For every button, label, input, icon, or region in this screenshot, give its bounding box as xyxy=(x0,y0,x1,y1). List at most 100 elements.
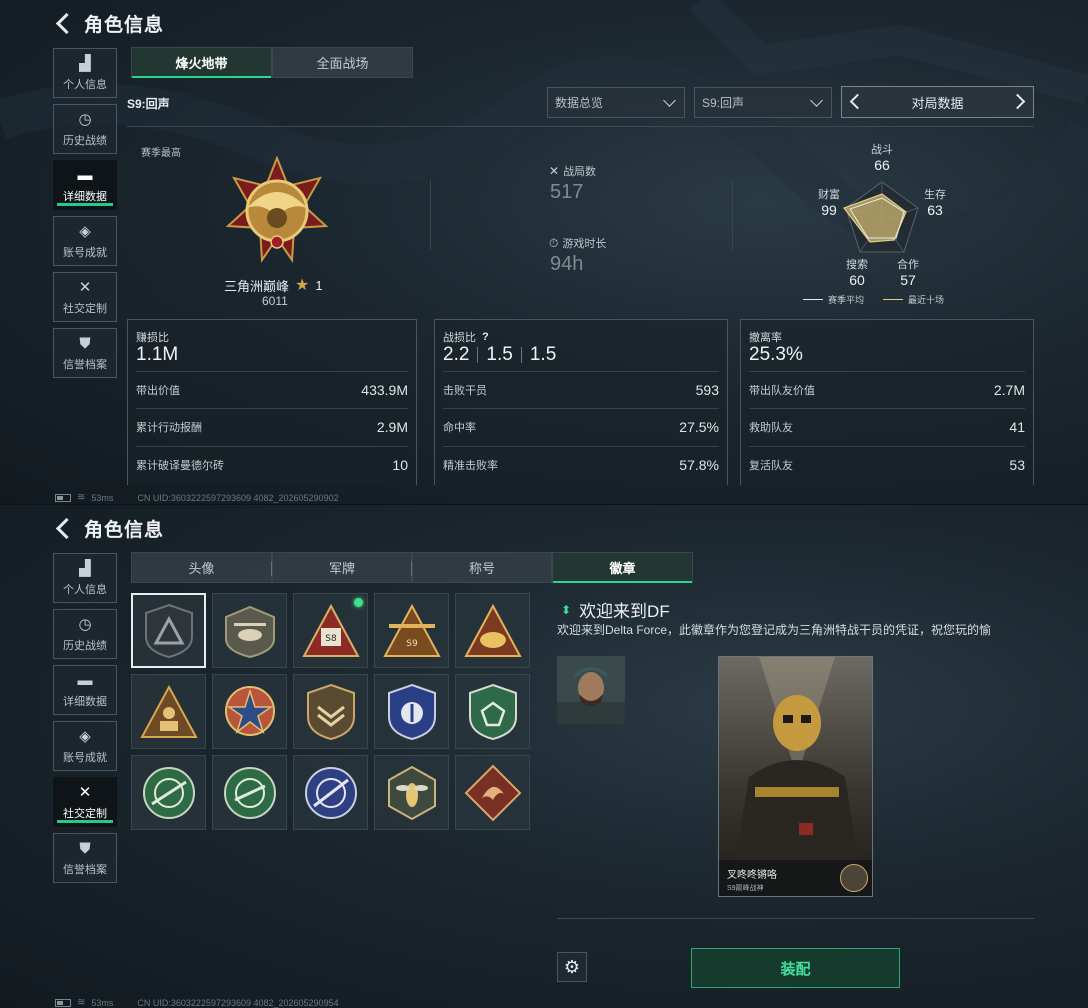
badge-star-medal[interactable] xyxy=(212,674,287,749)
badge-s8[interactable]: S8 xyxy=(293,593,368,668)
value-separator xyxy=(520,347,522,363)
battery-icon xyxy=(55,493,71,502)
divider xyxy=(430,180,431,250)
badge-welcome[interactable] xyxy=(131,593,206,668)
badge-green-sniper[interactable] xyxy=(131,755,206,830)
sidebar-item-details[interactable]: ▬ 详细数据 xyxy=(53,160,117,210)
sidebar-item-profile[interactable]: ▟ 个人信息 xyxy=(53,553,117,603)
badge-dragon[interactable] xyxy=(455,755,530,830)
operator-card: 叉咚咚锵咯 S9巅峰战神 xyxy=(718,656,873,897)
operator-rank-icon xyxy=(840,864,868,892)
rank-stars: 1 xyxy=(315,277,323,293)
sidebar-item-history[interactable]: ◷ 历史战绩 xyxy=(53,104,117,154)
kd-value-2: 1.5 xyxy=(486,344,513,365)
radar-axis-combat: 战斗 66 xyxy=(870,141,894,173)
card-value: 25.3% xyxy=(749,344,803,365)
clock-icon: ◷ xyxy=(78,110,92,128)
sidebar-item-achievements[interactable]: ◈ 账号成就 xyxy=(53,216,117,266)
row-value: 2.9M xyxy=(376,419,408,435)
tab-dogtag[interactable]: 军牌 xyxy=(272,552,412,583)
overview-dropdown[interactable]: 数据总览 xyxy=(547,87,685,118)
pager-label: 对局数据 xyxy=(911,95,964,111)
battery-icon xyxy=(55,998,71,1007)
tab-label: 称号 xyxy=(468,561,495,576)
legend-swatch xyxy=(883,299,904,300)
chevron-right-icon[interactable] xyxy=(1009,93,1026,110)
row-value: 41 xyxy=(1009,419,1025,435)
badge-soldiers[interactable] xyxy=(131,674,206,749)
dropdown-value: 数据总览 xyxy=(555,96,604,110)
chevron-down-icon xyxy=(663,94,676,107)
card-row: 复活队友 53 xyxy=(749,446,1025,483)
status-footer: ≋ 53ms CN UID:3603222597293609 4082_2026… xyxy=(55,492,339,503)
badge-blue-sniper[interactable] xyxy=(293,755,368,830)
card-value: 1.1M xyxy=(136,344,179,365)
sidebar-item-social[interactable]: ✕ 社交定制 xyxy=(53,272,117,322)
rank-name: 三角洲巅峰 xyxy=(224,278,290,294)
status-footer: ≋ 53ms CN UID:3603222597293609 4082_2026… xyxy=(55,997,339,1008)
badge-green-gem[interactable] xyxy=(455,674,530,749)
bar-chart-icon: ▟ xyxy=(79,559,91,577)
sidebar-item-reputation[interactable]: ⛊ 信誉档案 xyxy=(53,328,117,378)
sidebar-item-label: 信誉档案 xyxy=(63,358,107,371)
season-dropdown[interactable]: S9:回声 xyxy=(694,87,832,118)
blue-wing-badge-icon xyxy=(387,683,436,740)
card-value: 2.2 1.5 1.5 xyxy=(443,344,556,366)
shield-icon: ⛊ xyxy=(79,839,91,857)
axis-name: 搜索 xyxy=(846,259,868,271)
badge-s9[interactable]: S9 xyxy=(374,593,449,668)
ping-text: 53ms xyxy=(91,492,114,503)
card-row: 击败干员 593 xyxy=(443,371,719,408)
tab-full-battle[interactable]: 全面战场 xyxy=(272,47,413,78)
badge-golden-bird[interactable] xyxy=(455,593,530,668)
chevron-left-icon[interactable] xyxy=(849,93,866,110)
clock-icon: ◷ xyxy=(78,615,92,633)
s9-triangle-badge-icon: S9 xyxy=(382,603,441,657)
shield-icon: ⛊ xyxy=(79,334,91,352)
value-separator xyxy=(477,347,479,363)
badge-green-rifle[interactable] xyxy=(212,755,287,830)
back-icon[interactable] xyxy=(54,13,74,33)
back-icon[interactable] xyxy=(54,518,74,538)
sidebar-item-history[interactable]: ◷ 历史战绩 xyxy=(53,609,117,659)
matches-value: 517 xyxy=(550,181,584,203)
sidebar-item-achievements[interactable]: ◈ 账号成就 xyxy=(53,721,117,771)
sidebar: ▟ 个人信息 ◷ 历史战绩 ▬ 详细数据 ◈ 账号成就 ✕ 社交定制 ⛊ 信誉档… xyxy=(53,553,117,889)
sidebar-item-details[interactable]: ▬ 详细数据 xyxy=(53,665,117,715)
sidebar-item-social[interactable]: ✕ 社交定制 xyxy=(53,777,117,827)
tab-warzone[interactable]: 烽火地带 xyxy=(131,47,272,78)
sidebar-item-profile[interactable]: ▟ 个人信息 xyxy=(53,48,117,98)
sidebar-item-label: 详细数据 xyxy=(63,190,107,203)
badge-blue-wing[interactable] xyxy=(374,674,449,749)
folder-icon: ▬ xyxy=(77,166,93,184)
row-value: 593 xyxy=(695,382,719,398)
settings-button[interactable]: ⚙ xyxy=(557,952,587,982)
radar-axis-search: 搜索 60 xyxy=(844,256,870,288)
match-data-pager: 对局数据 xyxy=(841,86,1034,118)
badge-wasp[interactable] xyxy=(374,755,449,830)
badge-chevron-shield[interactable] xyxy=(293,674,368,749)
equip-button[interactable]: 装配 xyxy=(691,948,900,988)
page-header: 角色信息 xyxy=(54,515,164,541)
tab-avatar[interactable]: 头像 xyxy=(131,552,272,583)
kd-value-3: 1.5 xyxy=(529,344,557,365)
tab-title[interactable]: 称号 xyxy=(412,552,552,583)
tab-badge[interactable]: 徽章 xyxy=(552,552,693,583)
radar-legend: 赛季平均 最近十场 xyxy=(803,293,944,306)
blue-sniper-badge-icon xyxy=(304,766,357,819)
uid-text: CN UID:3603222597293609 4082_20260529090… xyxy=(137,492,339,503)
sidebar-item-reputation[interactable]: ⛊ 信誉档案 xyxy=(53,833,117,883)
help-icon[interactable]: ? xyxy=(482,331,489,343)
badge-helicopter[interactable] xyxy=(212,593,287,668)
legend-swatch xyxy=(803,299,823,300)
svg-text:S8: S8 xyxy=(325,634,337,644)
chevron-shield-badge-icon xyxy=(306,683,355,740)
sidebar-item-label: 详细数据 xyxy=(63,695,107,708)
axis-value: 99 xyxy=(821,202,837,218)
row-value: 57.8% xyxy=(679,457,719,473)
axis-name: 合作 xyxy=(897,259,919,271)
badge-title-row: ⬍ 欢迎来到DF xyxy=(561,597,670,622)
card-row: 带出队友价值 2.7M xyxy=(749,371,1025,408)
sidebar-item-label: 社交定制 xyxy=(63,807,107,820)
equip-label: 装配 xyxy=(780,960,811,978)
